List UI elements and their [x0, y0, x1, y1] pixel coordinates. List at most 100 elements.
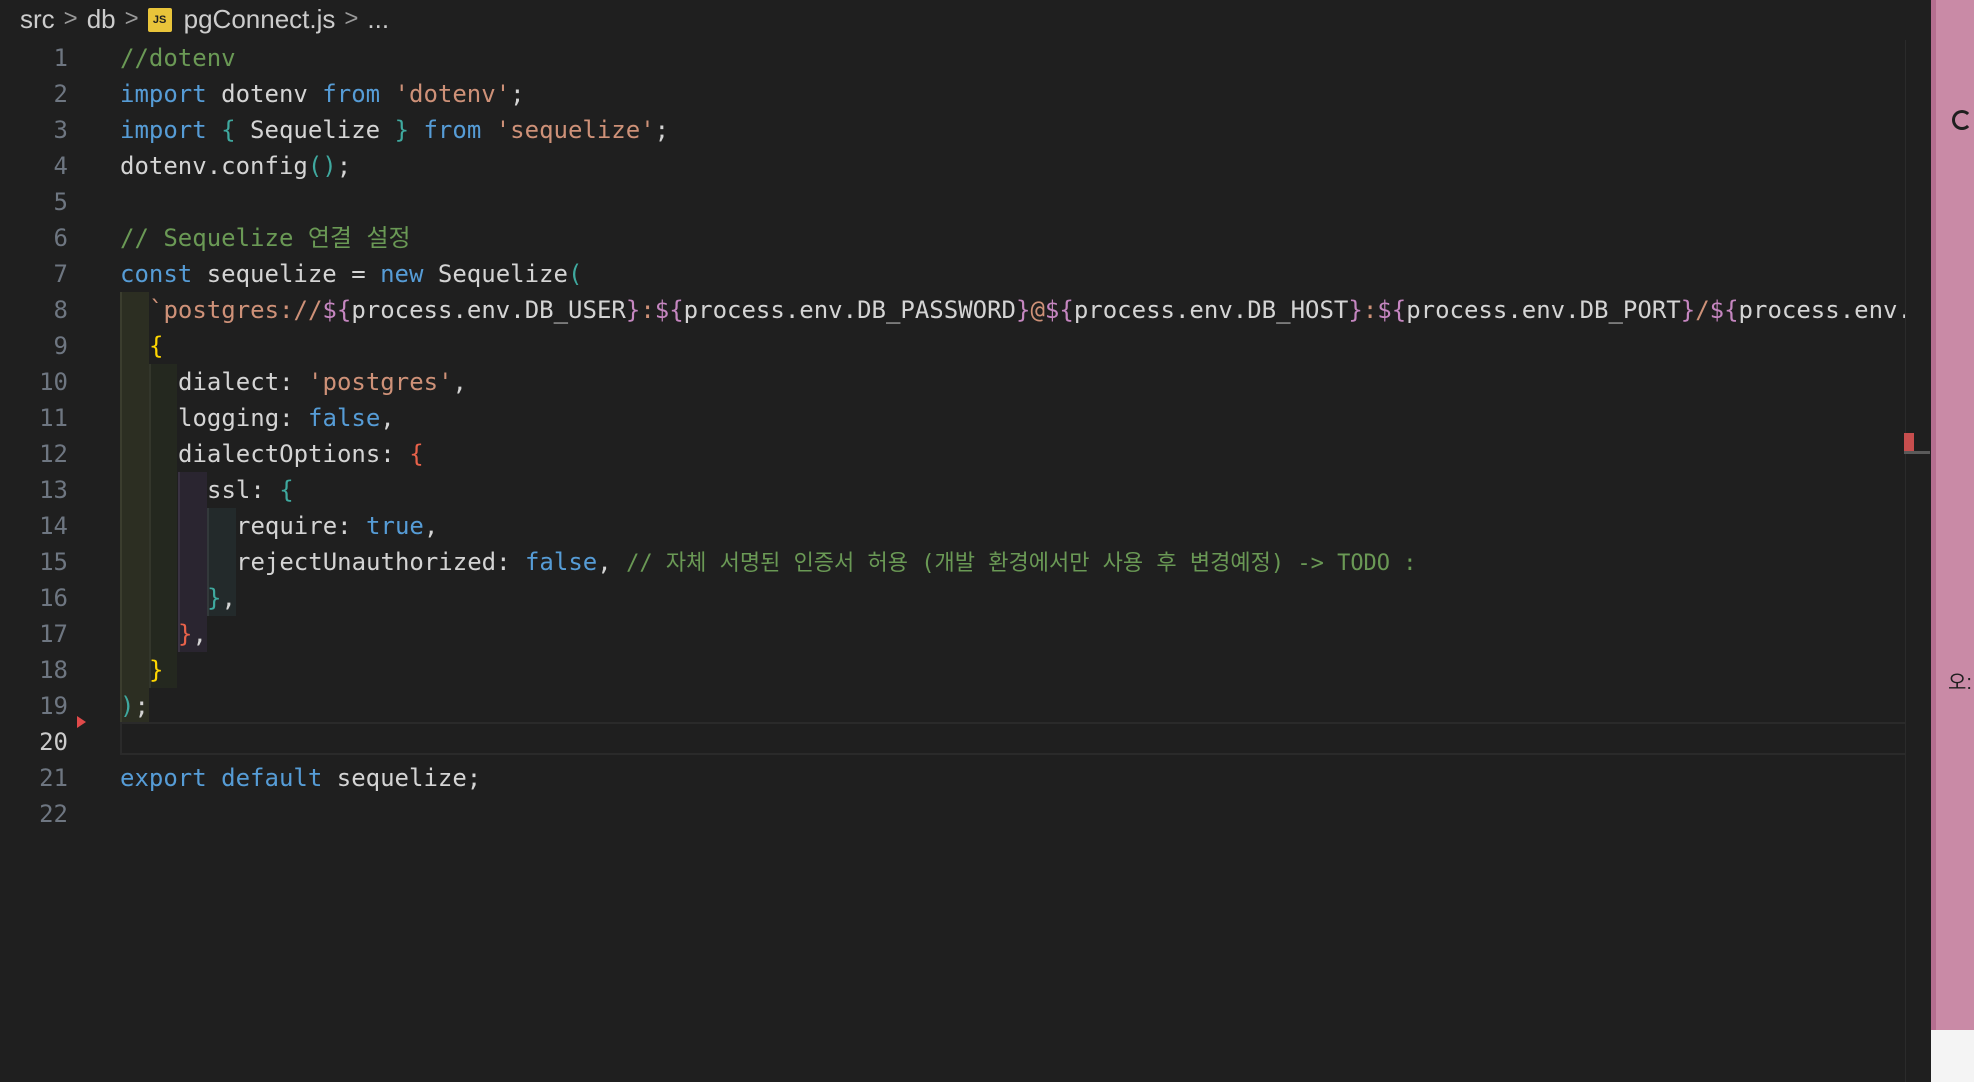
code-line[interactable]: 10 dialect: 'postgres',: [0, 364, 1930, 400]
code-line[interactable]: 6 // Sequelize 연결 설정: [0, 220, 1930, 256]
property-key: rejectUnauthorized:: [236, 548, 525, 576]
line-number: 9: [53, 332, 68, 360]
class-name: Sequelize: [423, 260, 568, 288]
code-line[interactable]: 11 logging: false,: [0, 400, 1930, 436]
template-tick: `: [149, 296, 164, 324]
punctuation: ;: [654, 116, 670, 144]
line-number: 13: [39, 476, 68, 504]
keyword: import: [120, 80, 207, 108]
line-number: 14: [39, 512, 68, 540]
identifier: sequelize =: [192, 260, 381, 288]
chevron-right-icon: >: [344, 5, 359, 32]
punctuation: ;: [336, 152, 352, 180]
code-line[interactable]: 3 import { Sequelize } from 'sequelize';: [0, 112, 1930, 148]
code-line[interactable]: 9 {: [0, 328, 1930, 364]
keyword: default: [206, 764, 323, 792]
property-key: logging:: [178, 404, 309, 432]
identifier: dotenv.config: [120, 152, 308, 180]
code-line[interactable]: 1 //dotenv: [0, 40, 1930, 76]
breadcrumb-src[interactable]: src: [20, 4, 55, 35]
template-brace: ${: [654, 296, 684, 324]
code-line[interactable]: 12 dialectOptions: {: [0, 436, 1930, 472]
keyword: from: [409, 116, 482, 144]
property-key: require:: [236, 512, 367, 540]
string: @: [1030, 296, 1045, 324]
chevron-right-icon: >: [124, 5, 139, 32]
cursor-marker: [1904, 451, 1930, 454]
line-number: 18: [39, 656, 68, 684]
keyword: export: [120, 764, 207, 792]
identifier: dotenv: [206, 80, 323, 108]
code-line[interactable]: 16 },: [0, 580, 1930, 616]
code-line[interactable]: 18 }: [0, 652, 1930, 688]
bracket: {: [149, 332, 164, 360]
code-line[interactable]: 19 );: [0, 688, 1930, 724]
identifier: Sequelize: [235, 116, 395, 144]
boolean: false: [308, 404, 381, 432]
code-line[interactable]: 4 dotenv.config();: [0, 148, 1930, 184]
keyword: from: [322, 80, 381, 108]
expression: process.env.DB_HOST: [1073, 296, 1349, 324]
line-number: 6: [53, 224, 68, 252]
string: 'postgres': [308, 368, 453, 396]
code-line[interactable]: 21 export default sequelize;: [0, 760, 1930, 796]
string: :: [1362, 296, 1378, 324]
bracket: }: [149, 656, 164, 684]
side-window[interactable]: [1931, 0, 1974, 1082]
comment: //dotenv: [120, 44, 236, 72]
code-line[interactable]: 8 `postgres://${process.env.DB_USER}:${p…: [0, 292, 1930, 328]
string: postgres://: [163, 296, 323, 324]
bracket: }: [178, 620, 193, 648]
bracket: (): [307, 152, 337, 180]
code-line[interactable]: 2 import dotenv from 'dotenv';: [0, 76, 1930, 112]
code-line[interactable]: 5: [0, 184, 1930, 220]
template-brace: ${: [1709, 296, 1739, 324]
punctuation: ,: [380, 404, 395, 432]
line-number: 10: [39, 368, 68, 396]
breadcrumb-symbol[interactable]: ...: [367, 4, 389, 35]
template-brace: ${: [1377, 296, 1407, 324]
line-number: 11: [39, 404, 68, 432]
line-number: 16: [39, 584, 68, 612]
javascript-file-icon: JS: [147, 8, 172, 32]
property-key: dialect:: [178, 368, 309, 396]
code-editor[interactable]: 1 //dotenv 2 import dotenv from 'dotenv'…: [0, 40, 1930, 1082]
line-number: 3: [53, 116, 68, 144]
bracket: {: [409, 440, 424, 468]
line-number: 2: [53, 80, 68, 108]
line-number: 19: [39, 692, 68, 720]
code-line[interactable]: 17 },: [0, 616, 1930, 652]
string: /: [1695, 296, 1710, 324]
code-line[interactable]: 7 const sequelize = new Sequelize(: [0, 256, 1930, 292]
code-line[interactable]: 14 require: true,: [0, 508, 1930, 544]
breadcrumb-db[interactable]: db: [87, 4, 116, 35]
code-line[interactable]: 13 ssl: {: [0, 472, 1930, 508]
debug-arrow-icon[interactable]: [77, 716, 86, 728]
chevron-right-icon: >: [63, 5, 78, 32]
line-number: 17: [39, 620, 68, 648]
property-key: dialectOptions:: [178, 440, 410, 468]
line-number: 5: [53, 188, 68, 216]
punctuation: ,: [192, 620, 207, 648]
overview-ruler[interactable]: [1905, 40, 1932, 1082]
breadcrumb-file[interactable]: pgConnect.js: [184, 4, 336, 35]
code-line[interactable]: 22: [0, 796, 1930, 832]
line-number: 4: [53, 152, 68, 180]
code-line-current[interactable]: 20: [0, 724, 1930, 760]
line-number: 15: [39, 548, 68, 576]
template-brace: }: [1680, 296, 1696, 324]
keyword: new: [380, 260, 424, 288]
bracket: (: [567, 260, 583, 288]
side-window-edge: [1931, 0, 1936, 1082]
error-marker[interactable]: [1904, 433, 1914, 453]
side-window-text: 오:: [1948, 672, 1972, 694]
line-number: 7: [53, 260, 68, 288]
punctuation: ;: [134, 692, 149, 720]
code-line[interactable]: 15 rejectUnauthorized: false, // 자체 서명된 …: [0, 544, 1930, 580]
line-number: 8: [53, 296, 68, 324]
punctuation: ,: [221, 584, 236, 612]
punctuation: ,: [597, 548, 627, 576]
keyword: const: [120, 260, 193, 288]
bracket: {: [279, 476, 294, 504]
template-brace: ${: [1044, 296, 1074, 324]
